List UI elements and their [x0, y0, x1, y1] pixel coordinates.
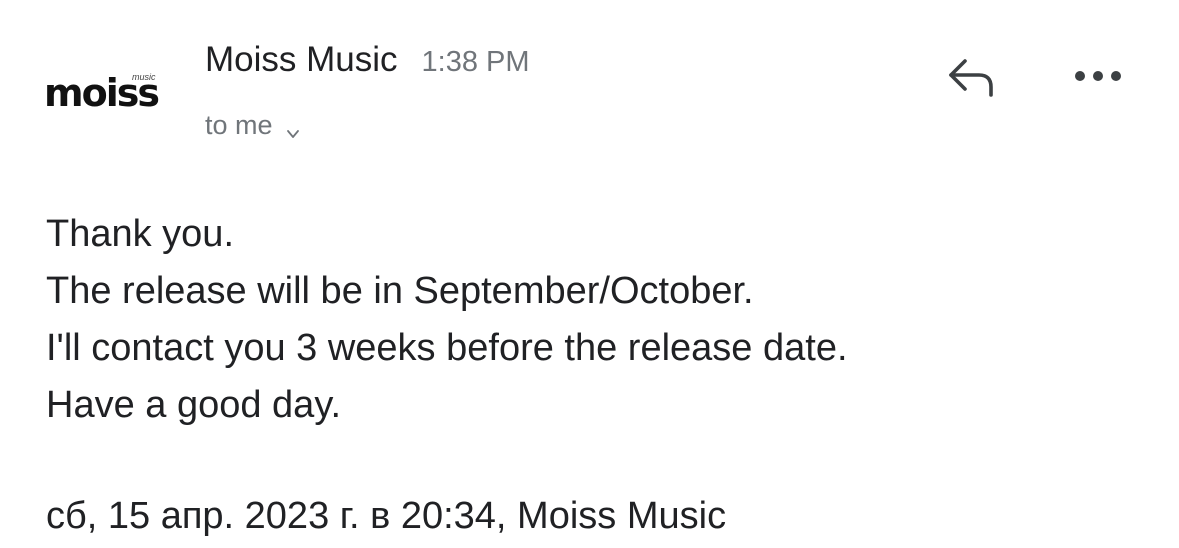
message-line: Thank you. [46, 213, 234, 255]
chevron-down-icon [285, 118, 301, 138]
message-line: The release will be in September/October… [46, 270, 754, 312]
reply-button[interactable] [940, 52, 1004, 104]
email-header: music moiss Moiss Music 1:38 PM to me [0, 0, 1179, 190]
message-line: Have a good day. [46, 384, 342, 426]
sender-name[interactable]: Moiss Music [205, 40, 398, 80]
avatar-logo: moiss [44, 71, 160, 115]
more-options-button[interactable] [1066, 52, 1130, 104]
quoted-message-header: сб, 15 апр. 2023 г. в 20:34, Moiss Music [46, 495, 727, 537]
sent-time: 1:38 PM [421, 46, 530, 78]
reply-icon [945, 55, 999, 102]
recipient-details-toggle[interactable]: to me [205, 110, 301, 141]
recipient-label: to me [205, 110, 273, 140]
sender-avatar[interactable]: music moiss [44, 72, 164, 122]
message-line: I'll contact you 3 weeks before the rele… [46, 327, 848, 369]
sender-line: Moiss Music 1:38 PM [205, 40, 530, 84]
message-body: Thank you. The release will be in Septem… [46, 206, 1146, 434]
more-horizontal-icon [1072, 68, 1124, 89]
